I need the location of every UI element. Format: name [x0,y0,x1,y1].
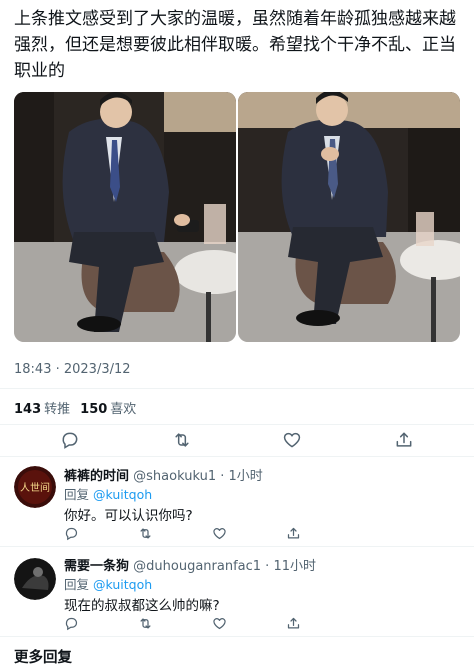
reply-icon[interactable] [60,430,80,450]
divider [0,636,474,637]
retweet-icon[interactable] [138,616,153,631]
reply-author-name[interactable]: 需要一条狗 [64,559,129,574]
tweet-photo-2[interactable] [238,92,460,342]
reply-author-name[interactable]: 裤裤的时间 [64,469,129,484]
share-icon[interactable] [286,526,301,541]
tweet-timestamp[interactable]: 18:43 · 2023/3/12 [14,362,131,377]
avatar[interactable] [14,558,56,600]
heart-icon[interactable] [282,430,302,450]
reply-icon[interactable] [64,526,79,541]
likes-count[interactable]: 150 [80,402,107,417]
reply-mention[interactable]: @kuitqoh [93,577,152,592]
retweet-icon[interactable] [138,526,153,541]
tweet-stats: 143 转推 150 喜欢 [14,398,136,417]
reply-text: 现在的叔叔都这么帅的嘛? [64,598,220,614]
retweet-icon[interactable] [172,430,192,450]
reply-prefix: 回复 [64,577,90,592]
reply-author-handle: @duhouganranfac1 · 11小时 [133,559,316,574]
reply-mention[interactable]: @kuitqoh [93,487,152,502]
more-replies-link[interactable]: 更多回复 [14,646,72,667]
divider [0,388,474,389]
tweet-photo-1[interactable] [14,92,236,342]
share-icon[interactable] [286,616,301,631]
reply-prefix: 回复 [64,487,90,502]
reply-actions [64,616,324,632]
retweets-count[interactable]: 143 [14,402,41,417]
retweets-label[interactable]: 转推 [44,402,70,417]
likes-label[interactable]: 喜欢 [110,402,136,417]
divider [0,424,474,425]
reply-author-handle: @shaokuku1 · 1小时 [133,469,263,484]
share-icon[interactable] [394,430,414,450]
reply-actions [64,526,324,542]
reply-text: 你好。可以认识你吗? [64,508,193,524]
tweet-text: 上条推文感受到了大家的温暖，虽然随着年龄孤独感越来越强烈，但还是想要彼此相伴取暖… [14,9,456,81]
photo-man-in-suit-seated [14,92,236,342]
tweet-actions [0,430,474,454]
heart-icon[interactable] [212,616,227,631]
avatar-text: 人世间 [20,481,50,494]
heart-icon[interactable] [212,526,227,541]
avatar[interactable]: 人世间 [14,466,56,508]
reply-item[interactable]: 需要一条狗 @duhouganranfac1 · 11小时 回复 @kuitqo… [0,546,474,636]
reply-icon[interactable] [64,616,79,631]
photo-man-in-suit-seated [238,92,460,342]
reply-item[interactable]: 人世间 裤裤的时间 @shaokuku1 · 1小时 回复 @kuitqoh 你… [0,456,474,546]
